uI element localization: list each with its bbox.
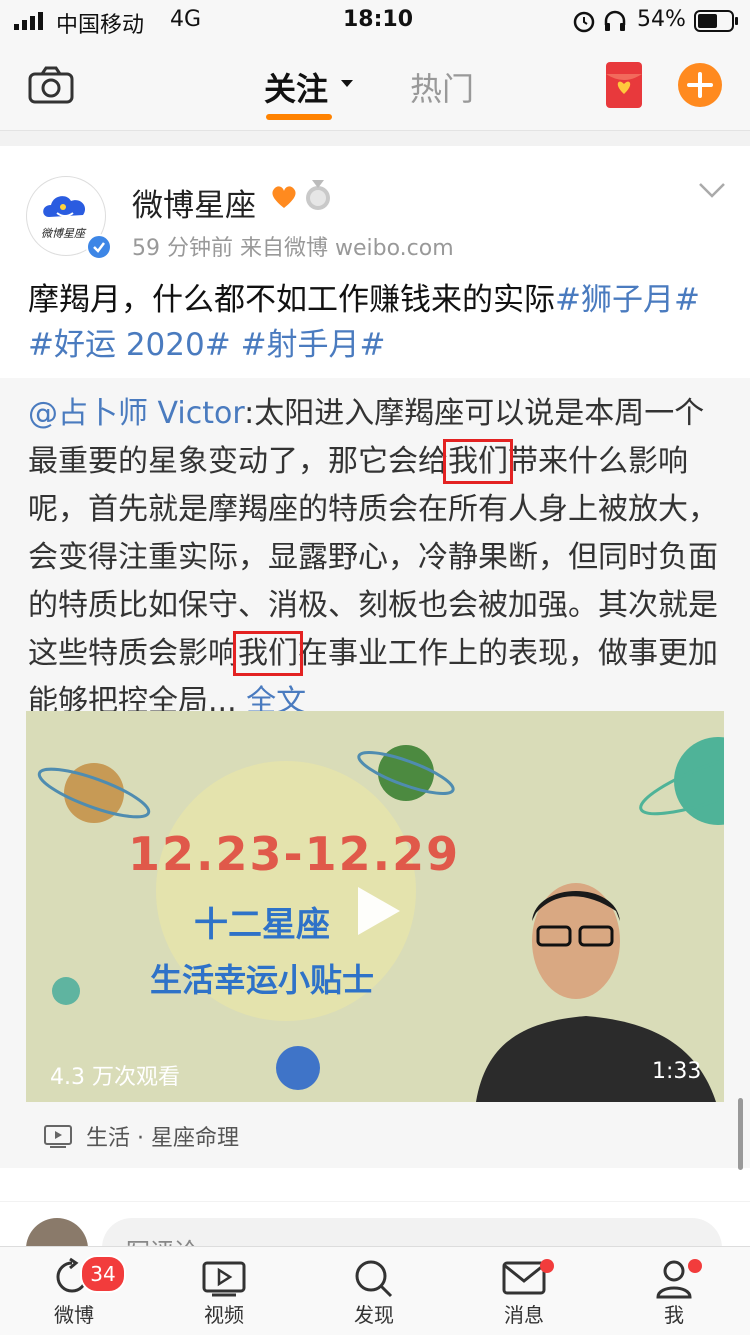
hashtag[interactable]: #射手月# [241, 327, 386, 363]
tab-me[interactable]: 我 [614, 1247, 734, 1335]
tab-weibo[interactable]: 34 微博 [14, 1247, 134, 1335]
post-card: 微博星座 微博星座 59 分钟前 来自微博 weibo.com 摩羯月，什么都不… [0, 146, 750, 1201]
repost-text: @占卜师 Victor:太阳进入摩羯座可以说是本周一个最重要的星象变动了，那它会… [28, 390, 718, 726]
chevron-down-icon[interactable] [698, 182, 726, 204]
hashtag[interactable]: #好运 2020# [28, 327, 231, 363]
tab-label: 消息 [504, 1303, 544, 1327]
tab-label: 发现 [354, 1303, 394, 1327]
tab-messages[interactable]: 消息 [464, 1247, 584, 1335]
author-name[interactable]: 微博星座 [132, 180, 256, 225]
top-nav: 关注 热门 [0, 42, 750, 131]
tab-label: 我 [664, 1303, 684, 1327]
unread-dot [688, 1259, 702, 1273]
mention-link[interactable]: @占卜师 Victor [28, 396, 244, 431]
video-player[interactable]: 12.23-12.29 十二星座 生活幸运小贴士 4.3 万次观看 1:33 [26, 711, 724, 1102]
tab-label: 视频 [204, 1303, 244, 1327]
comment-bar: 写评论... [0, 1202, 750, 1280]
video-caption: 生活幸运小贴士 [150, 961, 375, 999]
tab-discover[interactable]: 发现 [314, 1247, 434, 1335]
avatar-text: 微博星座 [41, 227, 85, 240]
video-duration: 1:33 [652, 1059, 702, 1084]
video-subtitle: 十二星座 [194, 905, 330, 945]
heart-icon [270, 184, 298, 214]
signal-icon [14, 12, 48, 30]
red-envelope-icon[interactable] [606, 62, 642, 112]
view-count: 4.3 万次观看 [50, 1065, 180, 1090]
play-icon[interactable] [354, 883, 404, 943]
category-row[interactable]: 生活 · 星座命理 [26, 1102, 724, 1168]
highlight-box: 我们 [443, 439, 513, 484]
chevron-down-icon [341, 80, 353, 87]
battery-percent: 54% [637, 7, 686, 32]
network-type: 4G [170, 7, 202, 32]
tab-following[interactable]: 关注 [264, 42, 360, 130]
alarm-icon [572, 9, 596, 37]
clock: 18:10 [343, 7, 414, 32]
unread-dot [540, 1259, 554, 1273]
status-bar: 中国移动 4G 18:10 54% [0, 0, 750, 42]
headphones-icon [603, 9, 627, 37]
tab-video[interactable]: 视频 [164, 1247, 284, 1335]
video-icon [202, 1261, 246, 1297]
highlight-box: 我们 [233, 631, 303, 676]
notification-badge: 34 [80, 1255, 126, 1293]
post-body: 摩羯月，什么都不如工作赚钱来的实际#狮子月# #好运 2020# #射手月# [28, 278, 722, 368]
bottom-tab-bar: 34 微博 视频 发现 消息 我 [0, 1246, 750, 1335]
tab-hot[interactable]: 热门 [410, 64, 474, 110]
post-text: 摩羯月，什么都不如工作赚钱来的实际 [28, 282, 555, 318]
hashtag[interactable]: #狮子月# [555, 282, 700, 318]
verified-badge-icon [86, 234, 112, 260]
camera-icon[interactable] [28, 66, 74, 108]
active-tab-indicator [266, 114, 332, 120]
tab-label: 微博 [54, 1303, 94, 1327]
medal-icon [304, 180, 332, 216]
search-icon [355, 1260, 393, 1298]
repost-block[interactable]: @占卜师 Victor:太阳进入摩羯座可以说是本周一个最重要的星象变动了，那它会… [0, 378, 750, 1168]
scrollbar[interactable] [738, 1098, 743, 1170]
video-tag-icon [44, 1124, 72, 1152]
plus-icon [687, 72, 713, 98]
tab-following-label: 关注 [264, 70, 329, 108]
battery-icon [694, 10, 740, 36]
video-date-range: 12.23-12.29 [128, 827, 461, 881]
post-meta: 59 分钟前 来自微博 weibo.com [132, 236, 454, 261]
category-label: 生活 · 星座命理 [86, 1126, 239, 1151]
add-post-button[interactable] [678, 63, 722, 107]
carrier-name: 中国移动 [56, 13, 145, 38]
